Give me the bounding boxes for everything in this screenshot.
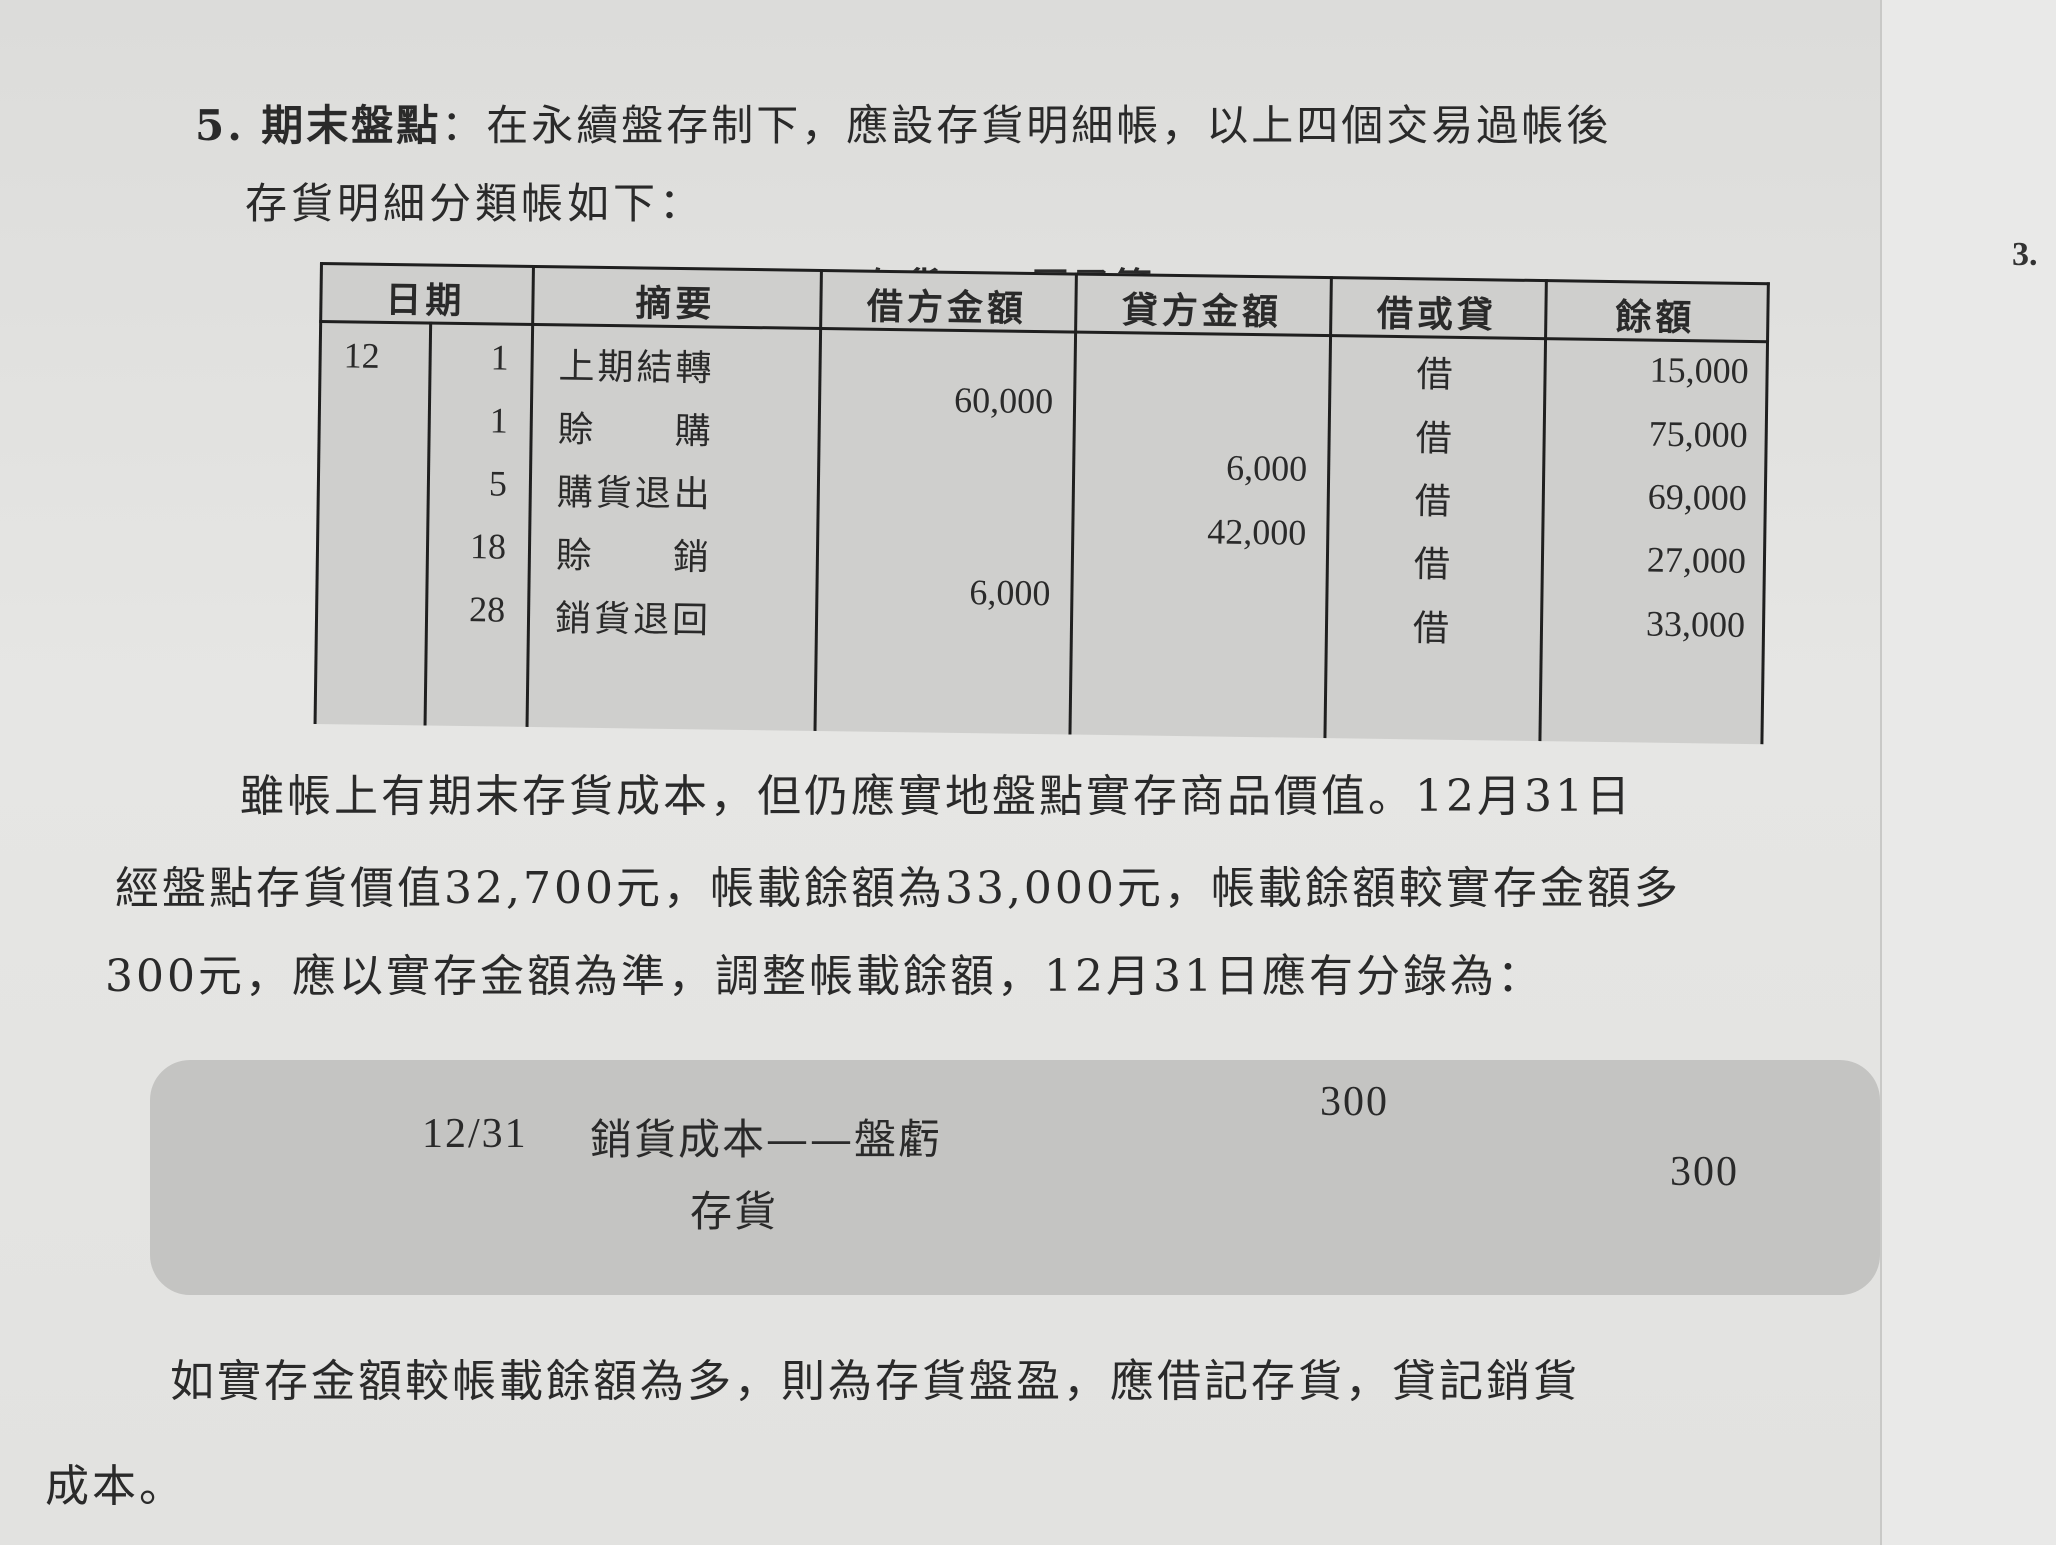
col-border: [813, 268, 823, 731]
cell-summary: 銷貨退回: [554, 598, 712, 642]
paragraph2-line1: 如實存金額較帳載餘額為多，則為存貨盤盈，應借記存貨，貸記銷貨: [170, 1356, 1580, 1407]
cell-day: 1: [489, 400, 509, 441]
journal-credit-account: 存貨: [690, 1187, 779, 1236]
cell-summary: 賒 購: [557, 409, 714, 453]
cell-debit: [829, 341, 1054, 344]
cell-day: 5: [488, 463, 508, 504]
col-border: [1068, 272, 1078, 735]
section-heading: 5. 期末盤點：在永續盤存制下，應設存貨明細帳，以上四個交易過帳後: [195, 92, 1611, 153]
paragraph2-line2: 成本。: [45, 1461, 186, 1512]
paragraph1-line2: 經盤點存貨價值32,700元，帳載餘額為33,000元，帳載餘額較實存金額多: [115, 863, 1681, 914]
journal-debit-amount: 300: [1320, 1079, 1389, 1125]
section-intro: ：在永續盤存制下，應設存貨明細帳，以上四個交易過帳後: [441, 101, 1612, 150]
cell-credit: [1083, 408, 1308, 411]
cell-dr-cr: 借: [1416, 354, 1456, 396]
cell-month: 12: [343, 335, 380, 376]
cell-balance: 33,000: [1645, 603, 1746, 645]
journal-debit-account: 銷貨成本——盤虧: [590, 1115, 943, 1164]
journal-date: 12/31: [422, 1111, 528, 1157]
header-dr-cr: 借或貸: [1376, 292, 1498, 337]
cell-dr-cr: 借: [1415, 418, 1455, 460]
cell-balance: 69,000: [1647, 476, 1748, 518]
section-title: 期末盤點: [261, 101, 442, 150]
cell-dr-cr: 借: [1413, 544, 1454, 586]
cell-credit: 6,000: [1225, 447, 1308, 489]
header-date: 日期: [385, 278, 466, 323]
cell-day: 1: [490, 337, 509, 378]
cell-day: 18: [469, 526, 507, 567]
cell-debit: 6,000: [969, 572, 1051, 614]
col-border: [525, 264, 535, 727]
header-debit: 借方金額: [866, 285, 1028, 330]
paragraph1-line1: 雖帳上有期末存貨成本，但仍應實地盤點實存商品價值。12月31日: [240, 771, 1633, 822]
cell-debit: [826, 530, 1051, 533]
facing-page-edge: [1880, 0, 2056, 1545]
inventory-ledger-table: 日期 摘要 借方金額 貸方金額 借或貸 餘額 12 1 上期結轉 借 15,00…: [313, 262, 1770, 745]
journal-entry-box: 12/31 銷貨成本——盤虧 300 存貨 300: [150, 1060, 1880, 1295]
header-balance: 餘額: [1615, 296, 1696, 340]
cell-dr-cr: 借: [1412, 608, 1453, 650]
journal-credit-amount: 300: [1670, 1149, 1739, 1195]
book-page: 5. 期末盤點：在永續盤存制下，應設存貨明細帳，以上四個交易過帳後 存貨明細分類…: [0, 0, 1880, 1545]
header-summary: 摘要: [635, 282, 716, 326]
cell-credit: [1080, 597, 1305, 600]
cell-balance: 75,000: [1648, 413, 1749, 455]
cell-debit: [827, 467, 1052, 470]
cell-day: 28: [468, 589, 506, 630]
paragraph1-line3: 300元，應以實存金額為準，調整帳載餘額，12月31日應有分錄為：: [105, 951, 1544, 1002]
col-border: [423, 321, 433, 726]
cell-summary: 上期結轉: [558, 346, 715, 390]
col-border: [313, 262, 323, 724]
cell-balance: 15,000: [1649, 349, 1749, 391]
header-credit: 貸方金額: [1121, 289, 1283, 334]
section-number: 5.: [195, 101, 245, 150]
cell-summary: 賒 銷: [555, 535, 713, 579]
cell-debit: 60,000: [953, 379, 1054, 422]
cell-credit: 42,000: [1207, 511, 1307, 553]
col-border: [1760, 282, 1770, 745]
cell-balance: 27,000: [1646, 539, 1747, 581]
cell-dr-cr: 借: [1414, 481, 1455, 523]
facing-page-number: 3.: [2012, 236, 2038, 273]
section-subline: 存貨明細分類帳如下：: [245, 179, 706, 228]
cell-summary: 購貨退出: [556, 472, 714, 516]
cell-credit: [1084, 345, 1309, 348]
